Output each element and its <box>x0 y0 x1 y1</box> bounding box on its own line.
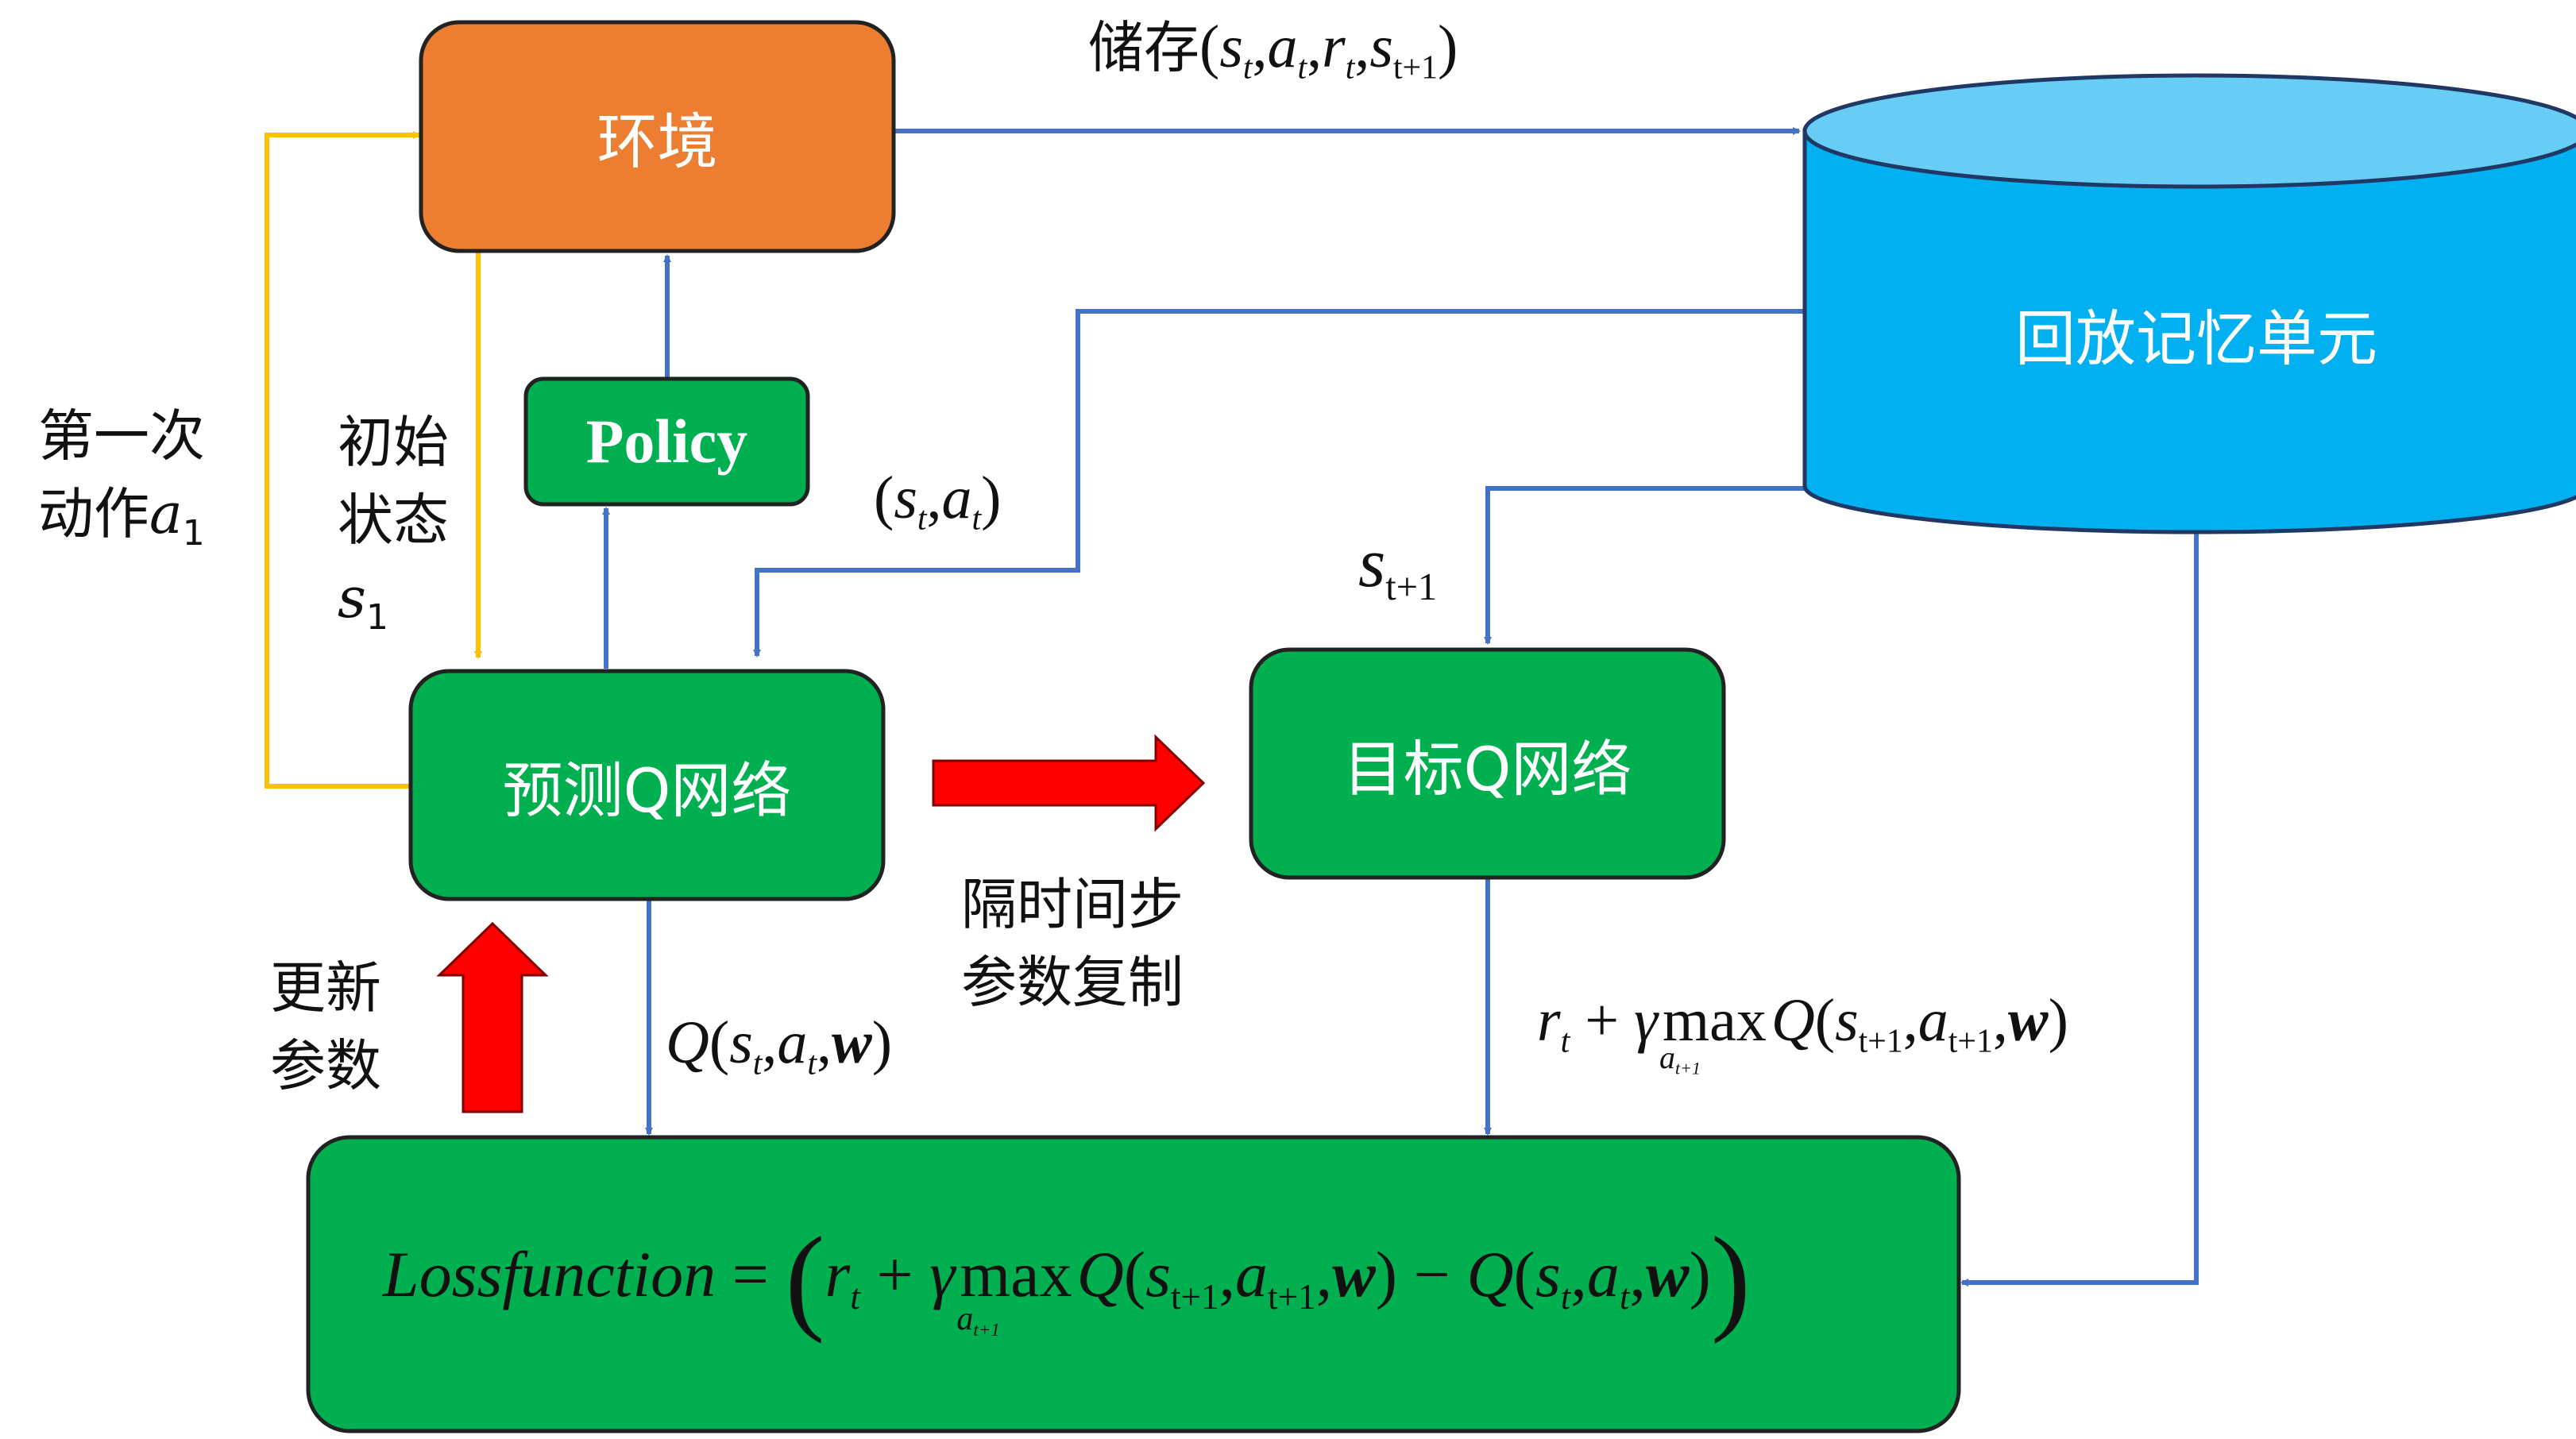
q-target-label: rt + γmax at+1 Q(st+1,at+1,w) <box>1537 987 2068 1078</box>
store-label: 储存(st,at,rt,st+1) <box>1088 14 1458 87</box>
update-params-label: 更新 参数 <box>270 955 381 1098</box>
loss-formula: Lossfunction = (rt + γmax at+1 Q(st+1,at+1… <box>383 1213 1751 1344</box>
next-state-label: st+1 <box>1358 525 1438 608</box>
environment-label: 环境 <box>597 106 718 177</box>
red-arrow-copy <box>932 734 1206 832</box>
policy-label: Policy <box>585 407 748 476</box>
q-pred-label: Q(st,at,w) <box>666 1009 893 1082</box>
first-action-label: 第一次 动作a1 <box>38 403 205 554</box>
predict-net-label: 预测Q网络 <box>502 754 792 826</box>
arrow-memory-to-loss <box>1960 530 2199 1287</box>
initial-state-label: 初始 状态 s1 <box>338 410 449 638</box>
arrow-memory-to-target <box>1484 486 1805 645</box>
target-net-label: 目标Q网络 <box>1342 733 1632 804</box>
red-arrow-update <box>436 921 549 1113</box>
replay-memory-label: 回放记忆单元 <box>2015 303 2377 374</box>
copy-params-label: 隔时间步 参数复制 <box>961 872 1184 1015</box>
state-action-label: (st,at) <box>874 465 1002 538</box>
